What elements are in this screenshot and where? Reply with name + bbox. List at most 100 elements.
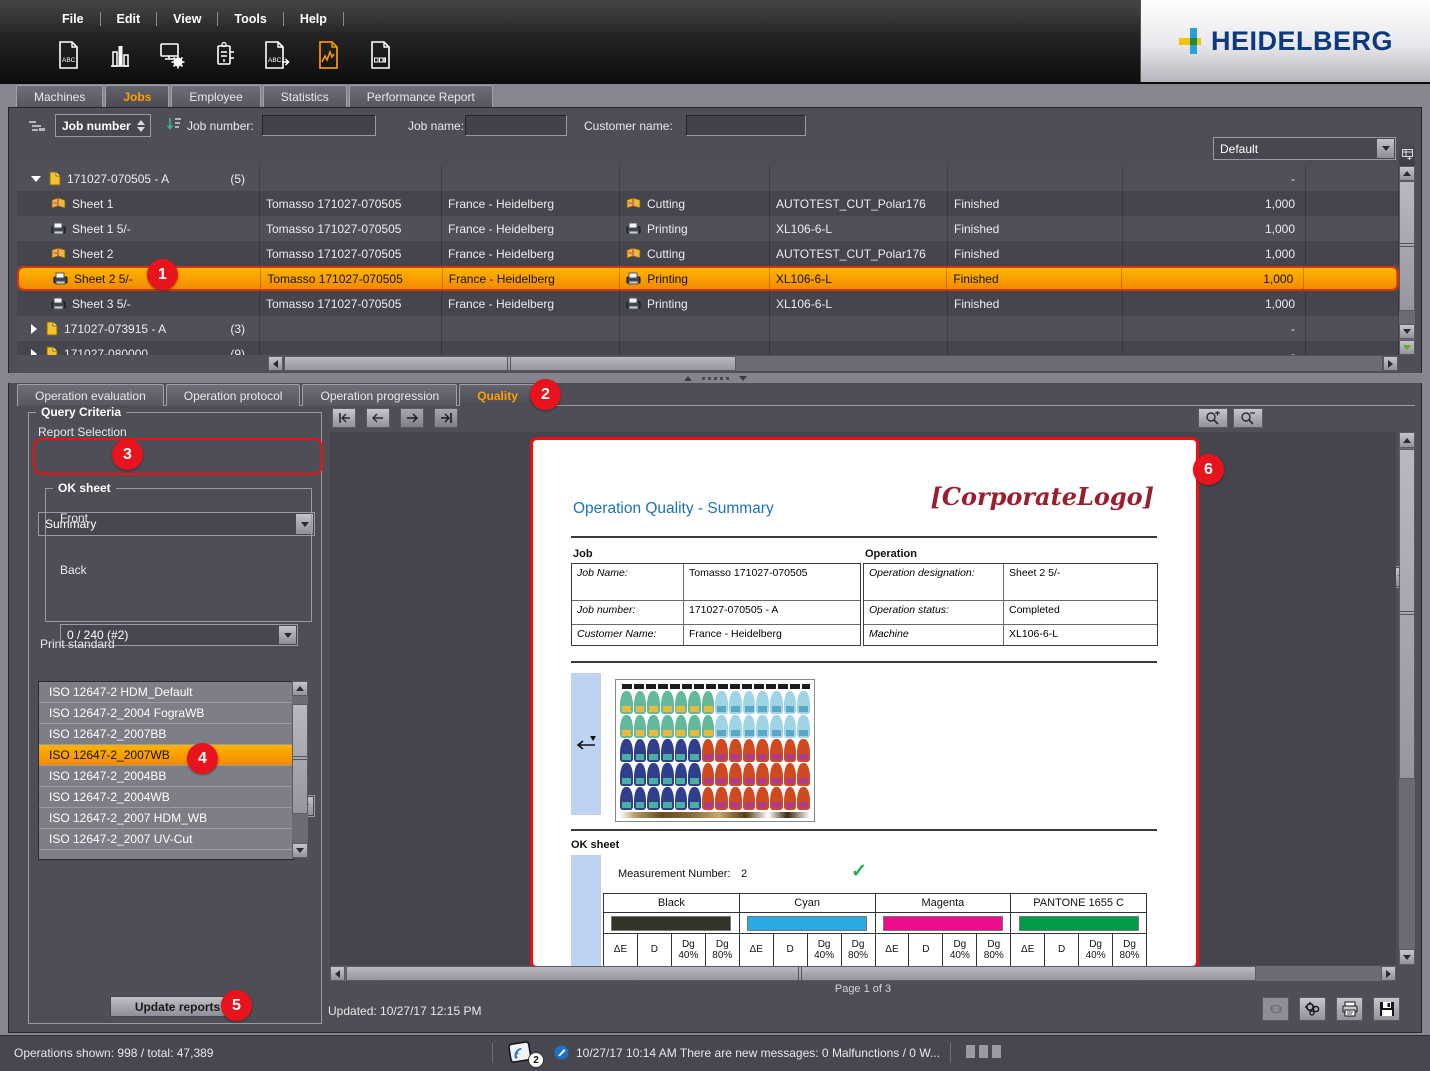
scroll-right-button[interactable] bbox=[1383, 356, 1398, 371]
menu-edit[interactable]: Edit bbox=[107, 10, 151, 28]
job-number-input[interactable] bbox=[262, 115, 376, 136]
report-doc-icon[interactable]: ABC bbox=[52, 37, 84, 73]
previous-page-button[interactable] bbox=[366, 408, 390, 428]
scroll-thumb[interactable] bbox=[346, 966, 1256, 981]
spin-buttons[interactable] bbox=[132, 116, 149, 135]
print-standard-option[interactable]: ISO 12647-2 HDM_Default bbox=[39, 682, 293, 703]
job-group-row[interactable]: 171027-073915 - A(3)- bbox=[17, 316, 1399, 341]
scroll-down-button[interactable] bbox=[292, 843, 308, 858]
table-row[interactable]: Sheet 1Tomasso 171027-070505France - Hei… bbox=[17, 191, 1399, 216]
tree-collapse-icon[interactable] bbox=[28, 120, 46, 138]
job-group-name: 171027-073915 - A bbox=[64, 322, 166, 336]
updated-timestamp: Updated: 10/27/17 12:15 PM bbox=[328, 1004, 481, 1018]
menu-help[interactable]: Help bbox=[290, 10, 337, 28]
menu-file[interactable]: File bbox=[52, 10, 94, 28]
doc-export-icon[interactable]: ABC bbox=[260, 37, 292, 73]
preview-hscrollbar[interactable] bbox=[330, 966, 1396, 981]
scroll-down-button[interactable] bbox=[1399, 324, 1415, 339]
menu-view[interactable]: View bbox=[163, 10, 211, 28]
cell-status: Finished bbox=[948, 291, 1123, 316]
print-standard-option[interactable]: ISO 12647-2_2007WB bbox=[39, 745, 293, 766]
table-hscrollbar[interactable] bbox=[17, 355, 1399, 372]
menu-tools[interactable]: Tools bbox=[224, 10, 276, 28]
print-standard-option[interactable]: ISO 12647-2_2004 FograWB bbox=[39, 703, 293, 724]
scroll-thumb[interactable] bbox=[1399, 449, 1415, 779]
doc-grid-icon[interactable] bbox=[364, 37, 396, 73]
cell-good-production: 1,000 bbox=[1122, 268, 1304, 289]
preview-vscrollbar[interactable] bbox=[1399, 432, 1415, 965]
measurement-value: 2 bbox=[741, 868, 747, 880]
view-preset-combo[interactable]: Default bbox=[1213, 137, 1396, 160]
cell-process-step bbox=[620, 166, 770, 191]
scroll-up-button[interactable] bbox=[292, 681, 308, 696]
scroll-thumb[interactable] bbox=[284, 356, 736, 371]
scroll-end-button[interactable] bbox=[1399, 340, 1415, 355]
back-label: Back bbox=[60, 563, 87, 577]
counter-device-icon[interactable] bbox=[208, 37, 240, 73]
scroll-up-button[interactable] bbox=[1399, 166, 1415, 181]
splitter-collapse-down-icon[interactable] bbox=[739, 376, 747, 381]
tab-performance-report[interactable]: Performance Report bbox=[349, 85, 493, 107]
table-vscrollbar[interactable] bbox=[1399, 166, 1415, 355]
scroll-right-button[interactable] bbox=[1381, 966, 1396, 981]
collapse-icon[interactable] bbox=[31, 176, 41, 182]
scroll-thumb[interactable] bbox=[1399, 181, 1415, 311]
color-group-header: Cyan bbox=[740, 894, 876, 913]
table-row[interactable]: Sheet 2 5/-Tomasso 171027-070505France -… bbox=[17, 266, 1399, 291]
tab-statistics[interactable]: Statistics bbox=[263, 85, 347, 107]
tab-machines[interactable]: Machines bbox=[16, 85, 103, 107]
zoom-in-button[interactable] bbox=[1198, 408, 1228, 428]
tab-employee[interactable]: Employee bbox=[171, 85, 260, 107]
splitter-collapse-up-icon[interactable] bbox=[684, 376, 692, 381]
print-standard-option[interactable]: ISO 12647-2_2007 UV-Cut bbox=[39, 829, 293, 850]
table-row[interactable]: Sheet 1 5/-Tomasso 171027-070505France -… bbox=[17, 216, 1399, 241]
machine-settings-icon[interactable] bbox=[156, 37, 188, 73]
table-row[interactable]: Sheet 2Tomasso 171027-070505France - Hei… bbox=[17, 241, 1399, 266]
color-measurement-table: BlackCyanMagentaPANTONE 1655 CΔEDDg 40%D… bbox=[603, 893, 1147, 967]
detail-tab-operation-progression[interactable]: Operation progression bbox=[302, 384, 457, 406]
color-swatch bbox=[604, 913, 740, 934]
print-standard-scrollbar[interactable] bbox=[292, 681, 308, 858]
combo-arrow[interactable] bbox=[279, 626, 296, 644]
detail-tab-operation-protocol[interactable]: Operation protocol bbox=[166, 384, 301, 406]
scroll-thumb[interactable] bbox=[292, 704, 308, 814]
print-standard-option[interactable]: ISO 12647-2_2004BB bbox=[39, 766, 293, 787]
job-group-row[interactable]: 171027-070505 - A(5)- bbox=[17, 166, 1399, 191]
table-row[interactable]: Sheet 3 5/-Tomasso 171027-070505France -… bbox=[17, 291, 1399, 316]
first-page-button[interactable] bbox=[332, 408, 356, 428]
splitter-grip[interactable] bbox=[702, 377, 729, 380]
panel-splitter[interactable] bbox=[8, 373, 1422, 383]
next-page-button[interactable] bbox=[400, 408, 424, 428]
job-folder-icon bbox=[48, 171, 61, 186]
tab-jobs[interactable]: Jobs bbox=[105, 85, 169, 107]
scroll-left-button[interactable] bbox=[330, 966, 345, 981]
detail-tab-quality[interactable]: Quality bbox=[459, 384, 536, 406]
zoom-out-button[interactable] bbox=[1233, 408, 1263, 428]
last-page-button[interactable] bbox=[434, 408, 458, 428]
report-job-table: Job Name:Tomasso 171027-070505Job number… bbox=[571, 563, 861, 646]
refresh-button[interactable] bbox=[1262, 997, 1289, 1021]
detail-tab-operation-evaluation[interactable]: Operation evaluation bbox=[17, 384, 164, 406]
column-config-icon[interactable] bbox=[1399, 143, 1415, 166]
print-button[interactable] bbox=[1336, 997, 1363, 1021]
bar-chart-icon[interactable] bbox=[104, 37, 136, 73]
expand-icon[interactable] bbox=[31, 324, 37, 334]
cell-planned-amount bbox=[1306, 291, 1399, 316]
print-standard-option[interactable]: ISO 12647-2_2007BB bbox=[39, 724, 293, 745]
color-group-header: Black bbox=[604, 894, 740, 913]
scroll-down-button[interactable] bbox=[1399, 949, 1415, 965]
group-by-combo[interactable]: Job number bbox=[55, 114, 151, 137]
job-name-input[interactable] bbox=[465, 115, 567, 136]
print-standard-option[interactable]: ISO 12647-2_2007 HDM_WB bbox=[39, 808, 293, 829]
save-button[interactable] bbox=[1373, 997, 1400, 1021]
scroll-up-button[interactable] bbox=[1399, 432, 1415, 448]
scroll-left-button[interactable] bbox=[268, 356, 283, 371]
metric-header: Dg 80% bbox=[842, 934, 876, 967]
quality-report-icon[interactable] bbox=[312, 37, 344, 73]
sort-icon[interactable] bbox=[166, 117, 182, 137]
customer-name-input[interactable] bbox=[686, 115, 806, 136]
combo-arrow[interactable] bbox=[1377, 139, 1394, 158]
report-settings-button[interactable] bbox=[1299, 997, 1326, 1021]
print-standard-option[interactable]: ISO 12647-2_2004WB bbox=[39, 787, 293, 808]
job-group-row[interactable]: 171027-080000(9)- bbox=[17, 341, 1399, 355]
